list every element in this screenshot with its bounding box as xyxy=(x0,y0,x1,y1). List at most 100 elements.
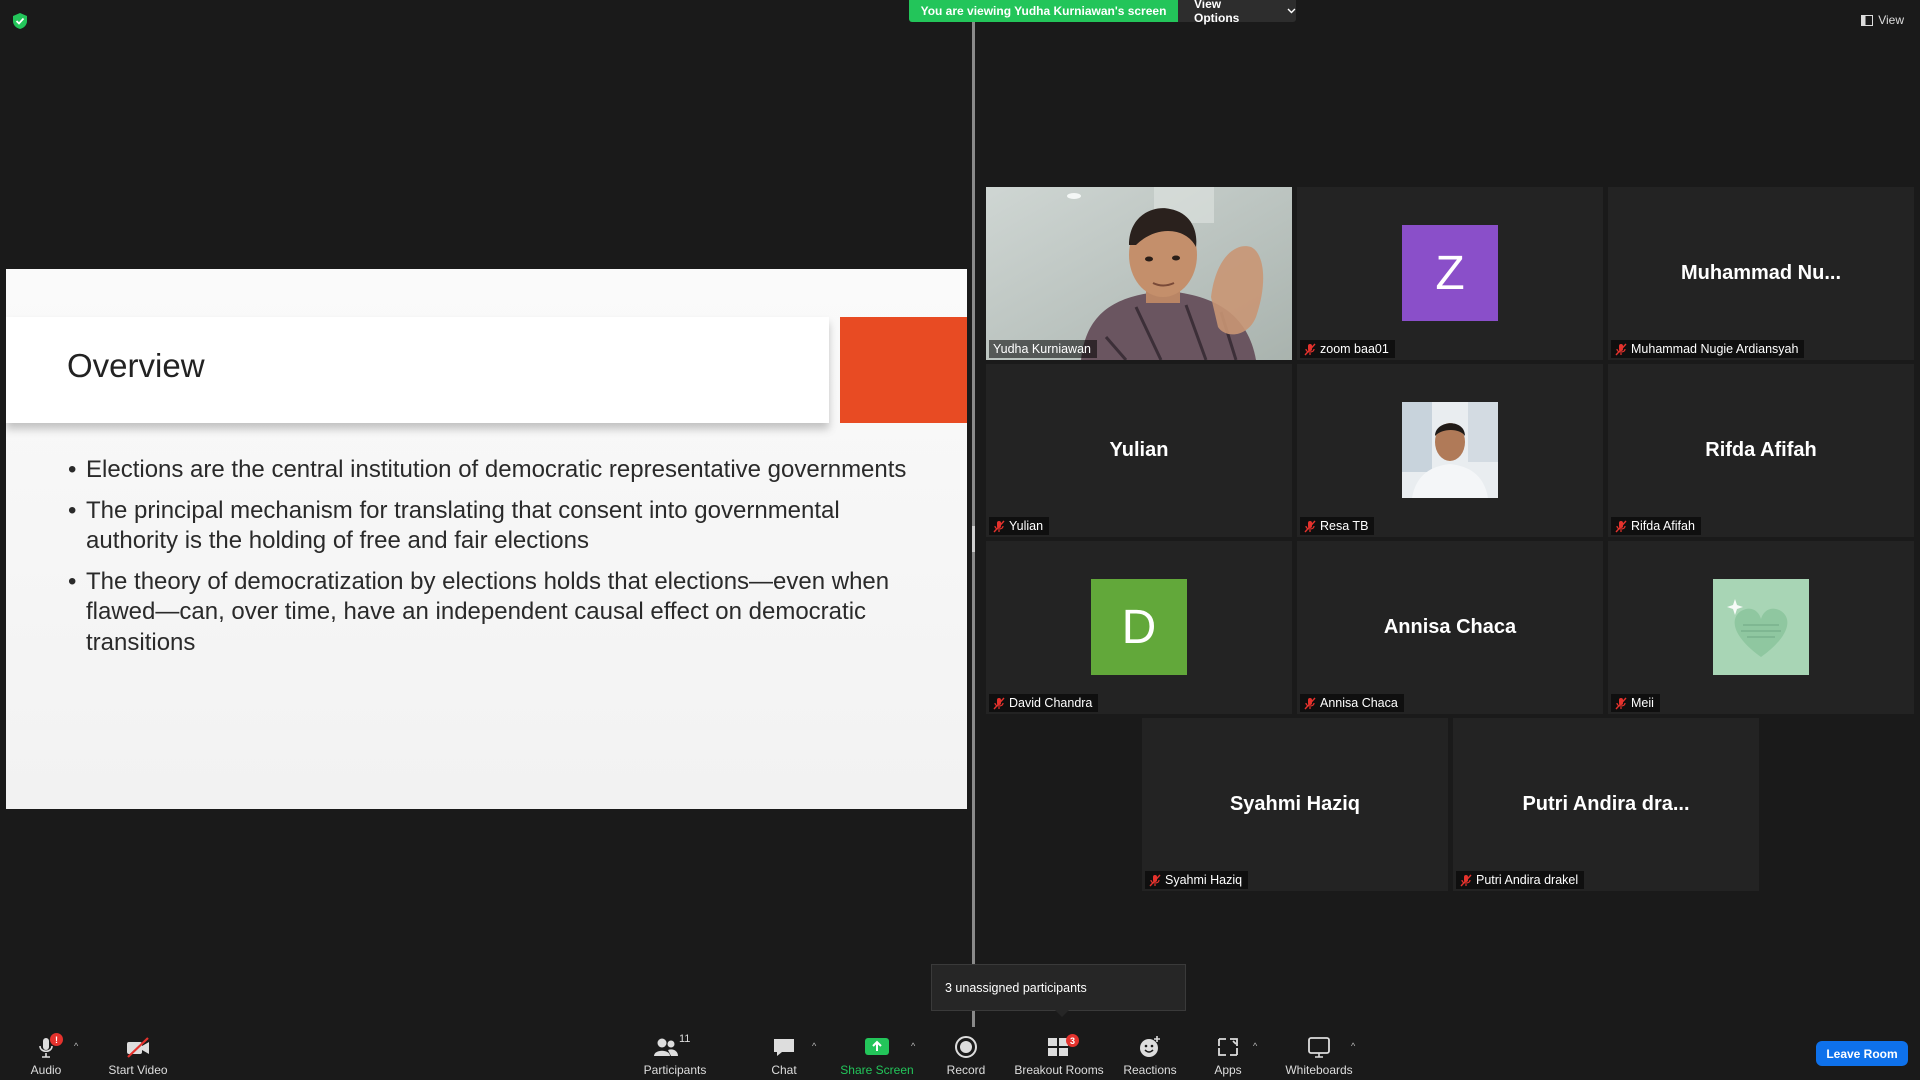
whiteboards-options-caret-icon[interactable]: ^ xyxy=(1351,1041,1355,1051)
breakout-rooms-button[interactable]: 3 Breakout Rooms xyxy=(1014,1031,1104,1077)
participant-name-label: Annisa Chaca xyxy=(1300,694,1404,712)
participant-tile-david[interactable]: D David Chandra xyxy=(986,541,1292,714)
apps-icon xyxy=(1215,1035,1241,1059)
mic-muted-icon xyxy=(1615,697,1627,709)
participant-name-label: Yulian xyxy=(989,517,1050,535)
slide-bullet: Elections are the central institution of… xyxy=(68,455,928,486)
participant-name-text: David Chandra xyxy=(1009,696,1093,710)
tooltip-text: 3 unassigned participants xyxy=(945,980,1087,995)
whiteboards-label: Whiteboards xyxy=(1285,1063,1353,1077)
participant-display-name: Muhammad Nu... xyxy=(1680,262,1841,284)
chat-bubble-icon xyxy=(771,1035,797,1059)
mic-muted-icon xyxy=(1304,343,1316,355)
participants-count: 11 xyxy=(679,1033,691,1045)
record-button[interactable]: Record xyxy=(944,1031,988,1077)
share-screen-label: Share Screen xyxy=(840,1063,914,1077)
participant-name-label: zoom baa01 xyxy=(1300,340,1395,358)
participant-name-text: Resa TB xyxy=(1320,519,1369,533)
participant-tile-resa[interactable]: Resa TB xyxy=(1297,364,1603,537)
mic-muted-icon xyxy=(1615,343,1627,355)
participant-name-text: zoom baa01 xyxy=(1320,342,1389,356)
slide-title: Overview xyxy=(67,347,205,384)
avatar-photo xyxy=(1402,402,1498,498)
participant-tile-annisa[interactable]: Annisa Chaca Annisa Chaca xyxy=(1297,541,1603,714)
viewing-screen-banner: You are viewing Yudha Kurniawan's screen xyxy=(909,0,1178,22)
participants-label: Participants xyxy=(643,1063,707,1077)
participant-video-feed xyxy=(986,187,1292,360)
breakout-rooms-label: Breakout Rooms xyxy=(1014,1063,1104,1077)
participant-display-name: Syahmi Haziq xyxy=(1229,793,1361,815)
chat-button[interactable]: Chat xyxy=(766,1031,802,1077)
share-options-caret-icon[interactable]: ^ xyxy=(911,1041,915,1051)
participant-name-text: Syahmi Haziq xyxy=(1165,873,1243,887)
chevron-down-icon xyxy=(1287,8,1296,14)
participants-button[interactable]: 11 Participants xyxy=(640,1031,710,1077)
slide-bullet-list: Elections are the central institution of… xyxy=(68,455,928,668)
audio-button[interactable]: ! Audio xyxy=(28,1031,64,1077)
participant-tile-yudha[interactable]: Yudha Kurniawan xyxy=(986,187,1292,360)
participant-name-text: Muhammad Nugie Ardiansyah xyxy=(1631,342,1799,356)
whiteboards-button[interactable]: Whiteboards xyxy=(1284,1031,1354,1077)
avatar: D xyxy=(1091,579,1187,675)
participant-name-label: Putri Andira drakel xyxy=(1456,871,1585,889)
mic-muted-icon xyxy=(1304,697,1316,709)
participant-name-text: Meii xyxy=(1631,696,1654,710)
participant-name-text: Yudha Kurniawan xyxy=(993,342,1091,356)
participant-name-label: Rifda Afifah xyxy=(1611,517,1701,535)
apps-label: Apps xyxy=(1214,1063,1242,1077)
participant-tile-rifda[interactable]: Rifda Afifah Rifda Afifah xyxy=(1608,364,1914,537)
slide-accent-block xyxy=(840,317,967,423)
breakout-rooms-icon: 3 xyxy=(1046,1034,1079,1059)
apps-options-caret-icon[interactable]: ^ xyxy=(1253,1041,1257,1051)
participant-name-label: Syahmi Haziq xyxy=(1145,871,1249,889)
microphone-icon: ! xyxy=(33,1033,63,1059)
record-icon xyxy=(953,1035,979,1059)
participants-icon: 11 xyxy=(653,1033,697,1059)
apps-button[interactable]: Apps xyxy=(1210,1031,1246,1077)
avatar: Z xyxy=(1402,225,1498,321)
mic-muted-icon xyxy=(1615,520,1627,532)
chat-label: Chat xyxy=(771,1063,797,1077)
mic-muted-icon xyxy=(1304,520,1316,532)
start-video-button[interactable]: Start Video xyxy=(106,1031,170,1077)
chat-options-caret-icon[interactable]: ^ xyxy=(812,1041,816,1051)
mic-muted-icon xyxy=(993,520,1005,532)
share-screen-icon xyxy=(864,1035,890,1059)
participant-display-name: Annisa Chaca xyxy=(1383,616,1517,638)
audio-warning-badge: ! xyxy=(50,1033,63,1046)
mic-muted-icon xyxy=(993,697,1005,709)
reactions-label: Reactions xyxy=(1123,1063,1177,1077)
share-screen-button[interactable]: Share Screen xyxy=(840,1031,914,1077)
participant-display-name: Putri Andira dra... xyxy=(1522,793,1690,815)
record-label: Record xyxy=(946,1063,986,1077)
participant-tile-putri[interactable]: Putri Andira dra... Putri Andira drakel xyxy=(1453,718,1759,891)
avatar-initial: D xyxy=(1121,600,1157,654)
meeting-toolbar: ! Audio ^ Start Video 11 Participants Ch… xyxy=(0,1027,1920,1080)
participant-display-name: Yulian xyxy=(1109,439,1169,461)
split-divider[interactable] xyxy=(972,22,975,1027)
leave-room-button[interactable]: Leave Room xyxy=(1816,1041,1908,1066)
mic-muted-icon xyxy=(1460,874,1472,886)
participant-tile-muhammad[interactable]: Muhammad Nu... Muhammad Nugie Ardiansyah xyxy=(1608,187,1914,360)
participant-tile-meii[interactable]: Meii xyxy=(1608,541,1914,714)
participant-name-text: Rifda Afifah xyxy=(1631,519,1695,533)
slide-bullet: The theory of democratization by electio… xyxy=(68,567,928,659)
video-off-icon xyxy=(125,1035,151,1059)
participant-tile-syahmi[interactable]: Syahmi Haziq Syahmi Haziq xyxy=(1142,718,1448,891)
participant-tile-yulian[interactable]: Yulian Yulian xyxy=(986,364,1292,537)
view-layout-button[interactable]: View xyxy=(1861,10,1904,30)
breakout-rooms-badge: 3 xyxy=(1066,1034,1079,1047)
participant-tile-zoom-baa01[interactable]: Z zoom baa01 xyxy=(1297,187,1603,360)
participant-name-label: Resa TB xyxy=(1300,517,1375,535)
participant-name-label: Yudha Kurniawan xyxy=(989,340,1097,358)
audio-label: Audio xyxy=(30,1063,62,1077)
breakout-unassigned-tooltip: 3 unassigned participants xyxy=(931,964,1186,1017)
split-divider-handle[interactable] xyxy=(972,526,975,552)
reactions-button[interactable]: Reactions xyxy=(1122,1031,1178,1077)
viewing-banner-text: You are viewing Yudha Kurniawan's screen xyxy=(920,4,1167,18)
participant-name-text: Annisa Chaca xyxy=(1320,696,1398,710)
security-shield-icon[interactable] xyxy=(12,12,28,30)
audio-options-caret-icon[interactable]: ^ xyxy=(74,1041,78,1051)
whiteboard-icon xyxy=(1306,1035,1332,1059)
view-options-button[interactable]: View Options xyxy=(1178,0,1296,25)
